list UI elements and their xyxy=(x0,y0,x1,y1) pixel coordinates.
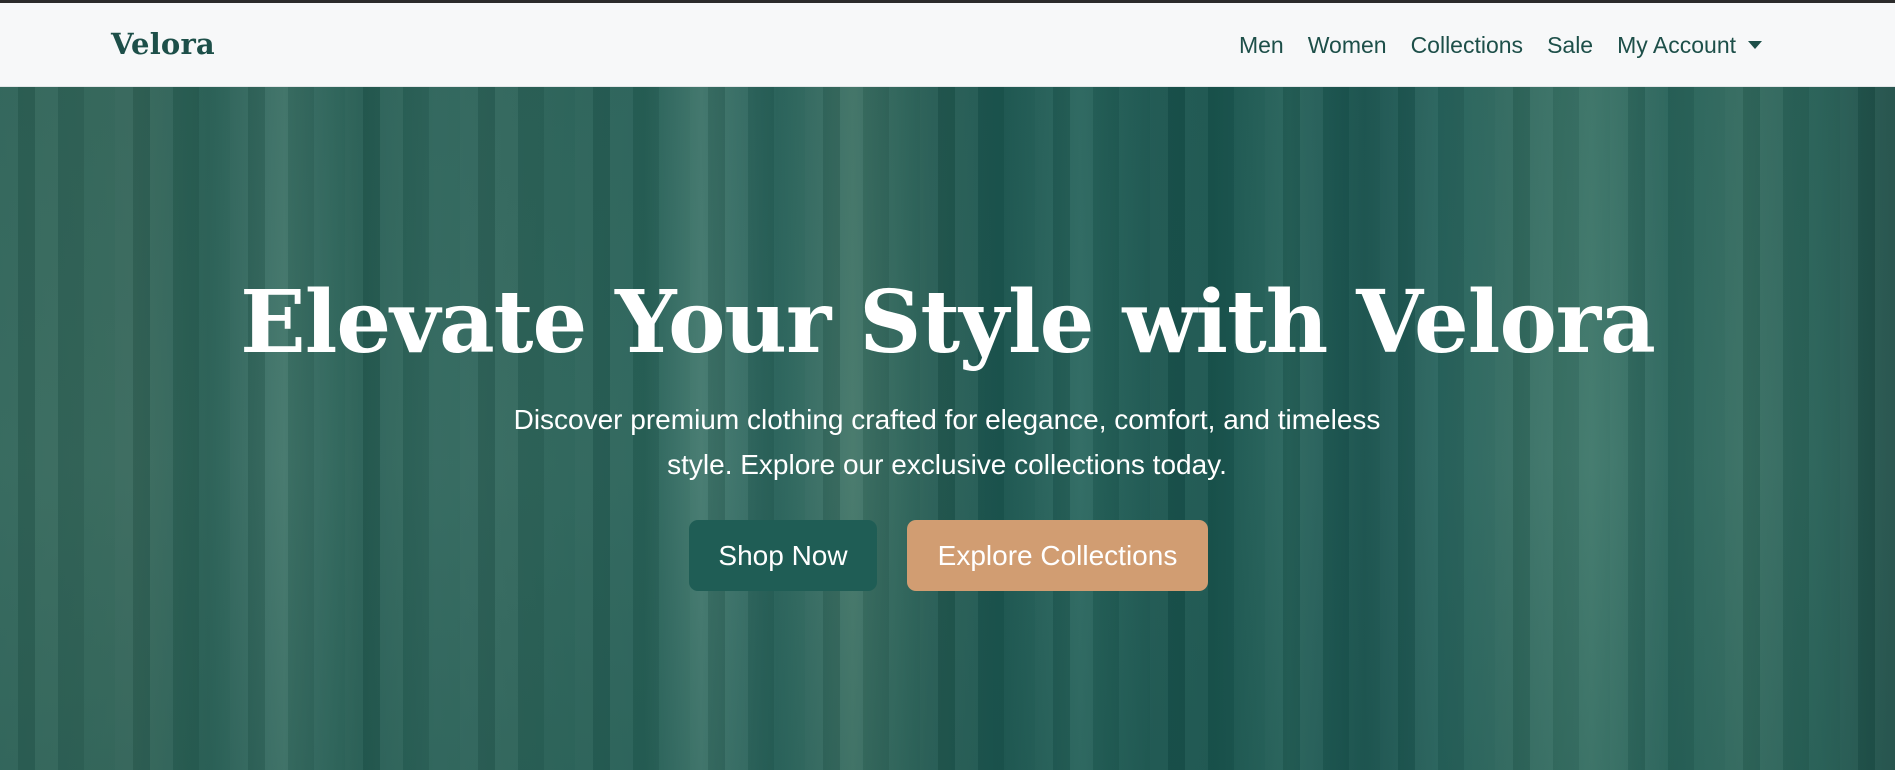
chevron-down-icon xyxy=(1748,40,1762,49)
explore-collections-button[interactable]: Explore Collections xyxy=(907,520,1208,591)
nav-link-women[interactable]: Women xyxy=(1296,32,1399,59)
hero-title: Elevate Your Style with Velora xyxy=(240,272,1656,373)
shop-now-button[interactable]: Shop Now xyxy=(689,520,877,591)
nav-account-dropdown[interactable]: My Account xyxy=(1605,32,1774,59)
hero-section: Elevate Your Style with Velora Discover … xyxy=(0,87,1895,770)
nav-link-collections[interactable]: Collections xyxy=(1399,32,1536,59)
nav-link-sale[interactable]: Sale xyxy=(1535,32,1605,59)
hero-subtitle: Discover premium clothing crafted for el… xyxy=(513,404,1381,480)
main-nav: Men Women Collections Sale My Account xyxy=(1227,3,1774,87)
brand-logo[interactable]: Velora xyxy=(111,27,215,61)
nav-account-label: My Account xyxy=(1617,31,1736,58)
nav-link-men[interactable]: Men xyxy=(1227,32,1296,59)
navbar: Velora Men Women Collections Sale My Acc… xyxy=(0,3,1895,87)
